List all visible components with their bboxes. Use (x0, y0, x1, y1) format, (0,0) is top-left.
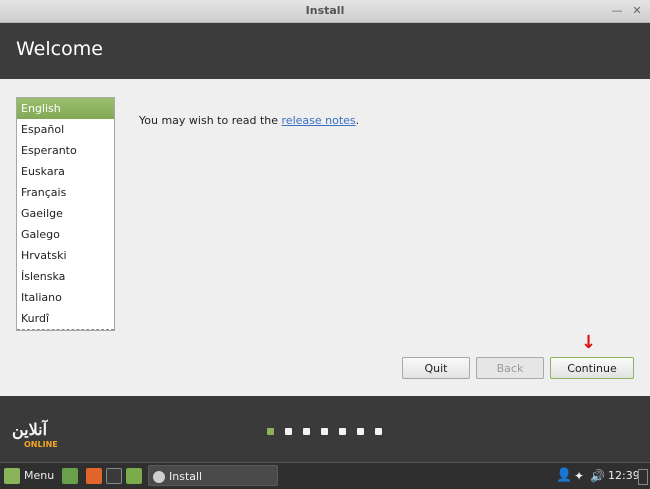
volume-icon[interactable]: 🔊 (590, 467, 605, 485)
network-icon[interactable]: ✦ (574, 467, 584, 485)
step-dot (303, 428, 310, 435)
step-dot (339, 428, 346, 435)
menu-label[interactable]: Menu (24, 467, 54, 485)
logo-text: آنلاین (12, 420, 48, 439)
user-icon[interactable]: 👤 (556, 467, 572, 485)
language-list[interactable]: English Español Esperanto Euskara Français Ga… (16, 97, 115, 331)
taskbar-window-label: Install (169, 470, 203, 483)
firefox-icon[interactable] (86, 468, 102, 484)
step-dot (375, 428, 382, 435)
release-notes-text: You may wish to read the release notes. (139, 114, 359, 127)
files-icon[interactable] (126, 468, 142, 484)
window-titlebar: Install — ✕ (0, 0, 650, 23)
language-item[interactable]: Euskara (17, 161, 114, 182)
main-content: English Español Esperanto Euskara Français Ga… (0, 79, 650, 396)
release-suffix: . (355, 114, 360, 127)
step-progress (267, 425, 393, 438)
language-item[interactable]: Esperanto (17, 140, 114, 161)
step-dot (357, 428, 364, 435)
language-item[interactable]: English (17, 98, 114, 119)
language-item[interactable]: Kurdî (17, 308, 114, 329)
page-header: Welcome (0, 23, 650, 79)
release-notes-link[interactable]: release notes (282, 114, 356, 127)
step-dot (321, 428, 328, 435)
workspace-icon[interactable] (638, 469, 648, 485)
list-divider (17, 329, 114, 330)
language-item[interactable]: Italiano (17, 287, 114, 308)
taskbar: Menu Install 👤 ✦ 🔊 12:39 (0, 462, 650, 489)
language-item[interactable]: Galego (17, 224, 114, 245)
show-desktop-icon[interactable] (62, 468, 78, 484)
language-item[interactable]: Hrvatski (17, 245, 114, 266)
back-button[interactable]: Back (476, 357, 544, 379)
language-item[interactable]: Français (17, 182, 114, 203)
arrow-down-icon: ↓ (581, 332, 597, 353)
window-title: Install (305, 4, 345, 17)
mint-menu-icon[interactable] (4, 468, 20, 484)
minimize-icon[interactable]: — (610, 4, 624, 18)
step-dot (285, 428, 292, 435)
installer-footer: آنلاین ONLINE (0, 396, 650, 462)
close-icon[interactable]: ✕ (630, 4, 644, 18)
taskbar-window-install[interactable]: Install (148, 465, 278, 486)
language-item[interactable]: Español (17, 119, 114, 140)
continue-button[interactable]: Continue (550, 357, 634, 379)
release-prefix: You may wish to read the (139, 114, 282, 127)
logo-subtext: ONLINE (24, 440, 58, 449)
language-item[interactable]: Íslenska (17, 266, 114, 287)
site-logo: آنلاین ONLINE (0, 420, 100, 454)
page-title: Welcome (16, 38, 103, 60)
terminal-icon[interactable] (106, 468, 122, 484)
installer-icon (153, 471, 165, 483)
step-dot (267, 428, 274, 435)
clock[interactable]: 12:39 (608, 467, 640, 485)
language-item[interactable]: Gaeilge (17, 203, 114, 224)
quit-button[interactable]: Quit (402, 357, 470, 379)
